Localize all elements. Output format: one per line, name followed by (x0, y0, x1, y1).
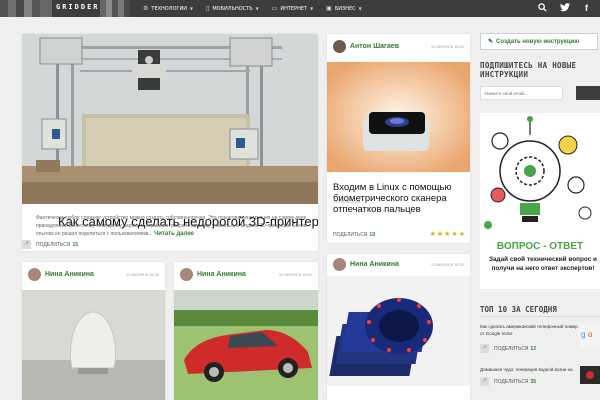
avatar (333, 258, 346, 271)
share-row[interactable]: ПОДЕЛИТЬСЯ 19 (333, 232, 375, 238)
nav-item-mobility[interactable]: ▯ МОБИЛЬНОСТЬ ▼ (206, 5, 259, 12)
share-row[interactable]: ↗ ПОДЕЛИТЬСЯ 15 (22, 240, 78, 249)
email-field[interactable] (480, 86, 563, 100)
avatar (28, 268, 41, 281)
read-more-link[interactable]: Читать далее (154, 231, 194, 237)
post-card-3d-printer[interactable]: Как самому сделать недорогой 3D-принтер … (22, 34, 318, 251)
post-title[interactable]: Входим в Linux с помощью биометрического… (333, 182, 465, 215)
post-date: 12 ИЮНЯ В 16:32 (430, 262, 464, 267)
top10-thumbnail[interactable]: go (580, 323, 600, 347)
post-image-fingerprint-scanner[interactable] (327, 62, 470, 172)
post-image-3d-printer[interactable] (22, 34, 318, 204)
top10-thumbnail[interactable] (580, 366, 600, 384)
rating-stars: ★★★★★ (429, 230, 466, 238)
promo-title: ВОПРОС - ОТВЕТ (496, 241, 584, 252)
facebook-icon[interactable]: f (581, 3, 592, 14)
post-date: 12 ИЮНЯ В 16:32 (278, 272, 312, 277)
twitter-icon[interactable] (559, 3, 570, 14)
lightbulb-gears-illustration (484, 116, 592, 229)
qa-promo-banner[interactable]: ВОПРОС - ОТВЕТ Задай свой технический во… (480, 113, 600, 289)
post-author[interactable]: Антон Шагаев (333, 40, 399, 53)
post-image-red-car[interactable] (174, 290, 318, 400)
nav-item-internet[interactable]: ▭ ИНТЕРНЕТ ▼ (272, 5, 313, 12)
post-card-linux-fingerprint[interactable]: Антон Шагаев 12 ИЮНЯ В 16:32 ТЕХНОЛОГИИ … (327, 34, 470, 243)
avatar (333, 40, 346, 53)
top-icons: f (526, 3, 592, 14)
mobile-icon: ▯ (206, 5, 210, 12)
post-excerpt: Фантически любое сложное устройство можн… (36, 215, 308, 237)
create-instruction-button[interactable]: ✎ Создать новую инструкцию (480, 33, 598, 50)
svg-text:o: o (588, 330, 593, 339)
svg-text:g: g (581, 330, 585, 339)
monitor-icon: ▭ (271, 5, 278, 12)
top10-heading: ТОП 10 ЗА СЕГОДНЯ (480, 305, 557, 314)
share-row[interactable]: ↗ ПОДЕЛИТЬСЯ 35 (480, 377, 536, 386)
edit-icon: ✎ (488, 39, 494, 45)
chevron-down-icon: ▼ (358, 6, 362, 11)
gears-icon: ⚙ (143, 5, 149, 12)
chevron-down-icon: ▼ (255, 6, 259, 11)
post-author[interactable]: Нина Аникина (333, 258, 399, 271)
post-card-led-board[interactable]: Нина Аникина 12 ИЮНЯ В 16:32 (327, 254, 470, 400)
subscribe-button[interactable] (576, 86, 600, 100)
briefcase-icon: ▣ (326, 5, 332, 12)
post-author[interactable]: Нина Аникина (28, 268, 94, 281)
promo-text: Задай свой технический вопрос и получи н… (489, 256, 597, 272)
share-icon: ↗ (480, 377, 489, 386)
divider (480, 316, 600, 317)
post-author[interactable]: Нина Аникина (180, 268, 246, 281)
share-icon: ↗ (480, 344, 489, 353)
logo-pixel-pattern (0, 0, 52, 17)
avatar (180, 268, 193, 281)
nav-item-business[interactable]: ▣ БИЗНЕС ▼ (326, 5, 362, 12)
post-card-red-car[interactable]: Нина Аникина 12 ИЮНЯ В 16:32 (174, 262, 318, 400)
post-date: 12 ИЮНЯ В 16:32 (125, 272, 159, 277)
search-icon[interactable] (537, 3, 548, 14)
top10-item[interactable]: Домашнее чудо: генерация водной возни на (480, 366, 580, 373)
post-date: 12 ИЮНЯ В 16:32 (430, 44, 464, 49)
top10-item[interactable]: Как сделать американский телефонный номе… (480, 323, 580, 337)
share-icon: ↗ (22, 240, 31, 249)
chevron-down-icon: ▼ (189, 6, 194, 11)
post-image-led-board[interactable] (327, 276, 470, 386)
logo-pixel-pattern-right (100, 0, 130, 17)
top-navigation-bar: GRIDDER ⚙ ТЕХНОЛОГИИ ▼ ▯ МОБИЛЬНОСТЬ ▼ ▭… (0, 0, 600, 17)
subscribe-heading: ПОДПИШИТЕСЬ НА НОВЫЕ ИНСТРУКЦИИ (480, 61, 577, 79)
main-nav: ⚙ ТЕХНОЛОГИИ ▼ ▯ МОБИЛЬНОСТЬ ▼ ▭ ИНТЕРНЕ… (143, 0, 375, 17)
post-image-lamp[interactable] (22, 290, 165, 400)
nav-item-technologies[interactable]: ⚙ ТЕХНОЛОГИИ ▼ (143, 5, 193, 12)
share-row[interactable]: ↗ ПОДЕЛИТЬСЯ 12 (480, 344, 536, 353)
site-logo[interactable]: GRIDDER (56, 3, 100, 11)
post-card-lamp[interactable]: Нина Аникина 12 ИЮНЯ В 16:32 (22, 262, 165, 400)
chevron-down-icon: ▼ (310, 6, 314, 11)
